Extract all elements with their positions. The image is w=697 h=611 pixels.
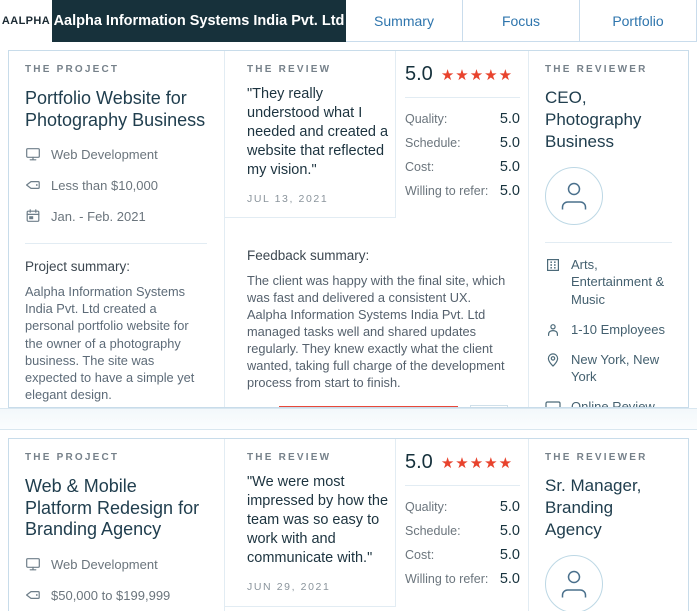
industry-line: Arts, Entertainment & Music xyxy=(545,256,672,307)
tab-summary[interactable]: Summary xyxy=(346,0,463,41)
reviewer-title: CEO, Photography Business xyxy=(545,88,642,152)
cost-label: Cost: xyxy=(405,548,435,562)
schedule-value: 5.0 xyxy=(499,523,520,539)
service-label: Web Development xyxy=(51,147,158,163)
reviewer-eyebrow: THE REVIEWER xyxy=(545,452,648,463)
review-card-1: THE PROJECT Portfolio Website for Photog… xyxy=(8,50,689,408)
timeline-line: Jan. - Feb. 2021 xyxy=(25,209,207,224)
review-date: JUN 29, 2021 xyxy=(247,581,331,593)
divider xyxy=(545,242,672,244)
rating-cell: 5.0 ★★★★★ Quality: 5.0 Schedule: 5.0 Cost:… xyxy=(396,51,528,218)
review-column: THE REVIEW "They really understood what … xyxy=(225,51,529,407)
project-column: THE PROJECT Web & Mobile Platform Redesi… xyxy=(9,439,225,611)
price-tag-icon xyxy=(26,181,40,190)
service-label: Web Development xyxy=(51,556,158,572)
project-summary-label: Project summary: xyxy=(25,259,131,275)
star-rating-icons: ★★★★★ xyxy=(440,66,514,84)
project-eyebrow: THE PROJECT xyxy=(25,64,120,75)
review-date: JUL 13, 2021 xyxy=(247,193,329,205)
budget-line: $50,000 to $199,999 xyxy=(25,588,207,603)
tab-portfolio[interactable]: Portfolio xyxy=(580,0,697,41)
overall-rating: 5.0 xyxy=(405,451,433,473)
divider xyxy=(405,485,520,486)
person-avatar-icon xyxy=(561,183,587,210)
building-icon xyxy=(546,259,560,272)
budget-line: Less than $10,000 xyxy=(25,178,207,193)
location-label: New York, New York xyxy=(571,351,660,385)
feedback-summary-text: The client was happy with the final site… xyxy=(247,273,506,391)
person-icon xyxy=(548,323,558,336)
price-tag-icon xyxy=(26,590,40,599)
divider xyxy=(405,97,520,98)
review-type-label: Online Review xyxy=(571,399,655,408)
service-line: Web Development xyxy=(25,147,207,162)
willing-to-refer-value: 5.0 xyxy=(499,183,520,199)
project-title: Portfolio Website for Photography Busine… xyxy=(25,88,206,130)
project-column: THE PROJECT Portfolio Website for Photog… xyxy=(9,51,225,407)
willing-to-refer-label: Willing to refer: xyxy=(405,572,489,586)
map-pin-icon xyxy=(547,353,559,367)
review-quote: "They really understood what I needed an… xyxy=(247,86,389,178)
calendar-icon xyxy=(26,209,40,223)
reviewer-column: THE REVIEWER CEO, Photography Business A… xyxy=(529,51,688,408)
quote-cell: THE REVIEW "We were most impressed by ho… xyxy=(225,439,396,607)
avatar xyxy=(545,555,603,611)
reviewer-title: Sr. Manager, Branding Agency xyxy=(545,476,642,540)
star-rating-icons: ★★★★★ xyxy=(440,454,514,472)
quality-label: Quality: xyxy=(405,112,448,126)
rating-cell: 5.0 ★★★★★ Quality: 5.0 Schedule: 5.0 Cost:… xyxy=(396,439,528,607)
review-quote: "We were most impressed by how the team … xyxy=(247,474,389,566)
company-name: Aalpha Information Systems India Pvt. Lt… xyxy=(53,13,345,29)
overall-rating: 5.0 xyxy=(405,63,433,85)
review-eyebrow: THE REVIEW xyxy=(247,64,332,75)
cost-value: 5.0 xyxy=(499,159,520,175)
budget-label: Less than $10,000 xyxy=(51,178,158,194)
project-title: Web & Mobile Platform Redesign for Brand… xyxy=(25,476,200,540)
screen-icon xyxy=(26,557,40,571)
tab-focus[interactable]: Focus xyxy=(463,0,580,41)
review-column: THE REVIEW "We were most impressed by ho… xyxy=(225,439,529,611)
timeline-label: Jan. - Feb. 2021 xyxy=(51,209,146,225)
cost-label: Cost: xyxy=(405,160,435,174)
industry-label: Arts, Entertainment & Music xyxy=(571,257,665,307)
employees-label: 1-10 Employees xyxy=(571,321,665,337)
screen-icon xyxy=(26,148,40,161)
reviewer-eyebrow: THE REVIEWER xyxy=(545,64,648,75)
quote-cell: THE REVIEW "They really understood what … xyxy=(225,51,396,218)
service-line: Web Development xyxy=(25,557,207,572)
quality-value: 5.0 xyxy=(499,499,520,515)
review-card-2: THE PROJECT Web & Mobile Platform Redesi… xyxy=(8,438,689,611)
card-separator xyxy=(0,408,697,430)
employees-line: 1-10 Employees xyxy=(545,321,672,338)
feedback-summary-label: Feedback summary: xyxy=(247,248,370,263)
reviewer-column: THE REVIEWER Sr. Manager, Branding Agenc… xyxy=(529,439,688,611)
schedule-label: Schedule: xyxy=(405,136,461,150)
willing-to-refer-value: 5.0 xyxy=(499,571,520,587)
feedback-section: Feedback summary: The client was happy w… xyxy=(225,218,528,407)
schedule-value: 5.0 xyxy=(499,135,520,151)
willing-to-refer-label: Willing to refer: xyxy=(405,184,489,198)
aalpha-logo: AALPHA xyxy=(0,0,52,42)
avatar xyxy=(545,167,603,226)
quality-value: 5.0 xyxy=(499,111,520,127)
chat-bubble-icon xyxy=(545,401,561,407)
budget-label: $50,000 to $199,999 xyxy=(51,587,171,603)
divider xyxy=(25,243,207,245)
cost-value: 5.0 xyxy=(499,547,520,563)
review-type-line: Online Review ? xyxy=(545,398,672,408)
location-line: New York, New York xyxy=(545,351,672,385)
project-summary-text: Aalpha Information Systems India Pvt. Lt… xyxy=(25,284,195,403)
quality-label: Quality: xyxy=(405,500,448,514)
company-name-bar: Aalpha Information Systems India Pvt. Lt… xyxy=(52,0,346,42)
schedule-label: Schedule: xyxy=(405,524,461,538)
project-eyebrow: THE PROJECT xyxy=(25,452,120,463)
header: AALPHA Aalpha Information Systems India … xyxy=(0,0,697,42)
person-avatar-icon xyxy=(561,571,587,598)
review-eyebrow: THE REVIEW xyxy=(247,452,332,463)
tab-bar: Summary Focus Portfolio xyxy=(346,0,697,42)
